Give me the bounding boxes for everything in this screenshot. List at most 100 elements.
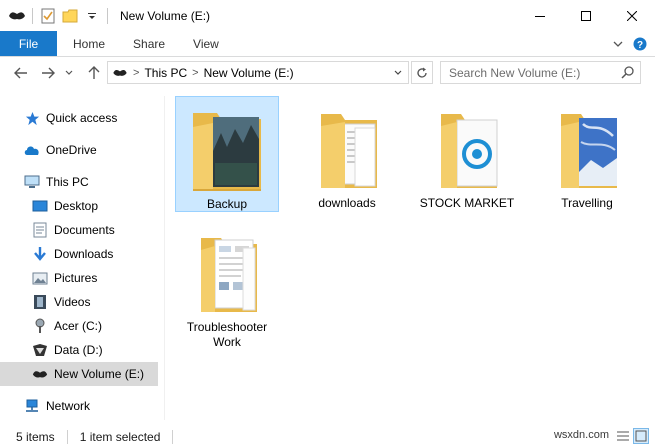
folder-icon	[547, 102, 627, 192]
nav-item-onedrive[interactable]: OneDrive	[0, 138, 158, 162]
nav-item-data-d[interactable]: Data (D:)	[0, 338, 158, 362]
search-icon[interactable]	[621, 65, 635, 82]
drive-icon	[112, 68, 128, 78]
film-icon	[32, 294, 48, 310]
pictures-icon	[32, 270, 48, 286]
folder-label: Troubleshooter Work	[186, 320, 268, 349]
ribbon-tabs: File Home Share View ?	[0, 31, 655, 57]
network-icon	[24, 398, 40, 414]
drive-icon[interactable]	[6, 5, 28, 27]
close-button[interactable]	[609, 0, 655, 31]
selection-count: 1 item selected	[79, 429, 161, 444]
nav-item-label: This PC	[46, 175, 89, 189]
drive-icon	[32, 366, 48, 382]
folder-icon	[427, 102, 507, 192]
folder-item-troubleshooter-work[interactable]: Troubleshooter Work	[175, 220, 279, 354]
window-title: New Volume (E:)	[120, 8, 211, 23]
tab-home[interactable]: Home	[59, 31, 119, 56]
folder-item-downloads[interactable]: downloads	[295, 96, 399, 215]
large-icons-view-icon[interactable]	[633, 428, 649, 444]
drive-icon	[32, 318, 48, 334]
nav-item-new-volume-e[interactable]: New Volume (E:)	[0, 362, 158, 386]
nav-item-pictures[interactable]: Pictures	[0, 266, 158, 290]
pane-divider	[164, 96, 165, 420]
nav-item-label: Videos	[54, 295, 91, 309]
star-icon	[24, 110, 40, 126]
svg-text:?: ?	[637, 40, 643, 51]
nav-item-acer-c[interactable]: Acer (C:)	[0, 314, 158, 338]
tab-view[interactable]: View	[179, 31, 233, 56]
address-dropdown-icon[interactable]	[390, 65, 406, 81]
search-placeholder: Search New Volume (E:)	[449, 65, 581, 80]
nav-item-quick-access[interactable]: Quick access	[0, 106, 158, 130]
folder-label: STOCK MARKET	[419, 196, 515, 210]
folder-icon	[187, 103, 267, 193]
desktop-icon	[32, 198, 48, 214]
drive-icon	[32, 342, 48, 358]
toolbar-separator	[107, 7, 108, 24]
nav-item-network[interactable]: Network	[0, 394, 158, 418]
tab-share[interactable]: Share	[119, 31, 179, 56]
chevron-right-icon: >	[133, 66, 140, 79]
computer-icon	[24, 174, 40, 190]
status-separator	[66, 429, 68, 444]
folder-icon	[307, 102, 387, 192]
folder-item-stock-market[interactable]: STOCK MARKET	[415, 96, 519, 215]
folder-label: downloads	[318, 196, 376, 210]
address-bar[interactable]: > This PC > New Volume (E:)	[107, 61, 409, 84]
refresh-button[interactable]	[411, 61, 433, 84]
forward-button[interactable]	[37, 62, 59, 84]
watermark: wsxdn.com	[553, 429, 609, 441]
nav-item-label: Acer (C:)	[54, 319, 102, 333]
download-arrow-icon	[32, 246, 48, 262]
customize-qat-icon[interactable]	[81, 5, 103, 27]
toolbar-separator	[32, 7, 33, 24]
up-button[interactable]	[83, 62, 105, 84]
status-bar: 5 items 1 item selected wsxdn.com	[0, 425, 655, 448]
quick-access-toolbar	[0, 0, 112, 31]
nav-item-label: Network	[46, 399, 91, 413]
file-list: Backup downloads STOCK MARKET Travelling…	[166, 92, 655, 422]
nav-item-label: New Volume (E:)	[54, 367, 145, 381]
nav-item-documents[interactable]: Documents	[0, 218, 158, 242]
folder-label: Travelling	[561, 196, 613, 210]
address-row: > This PC > New Volume (E:) Search New V…	[0, 58, 655, 88]
folder-item-backup[interactable]: Backup	[175, 96, 279, 212]
search-input[interactable]: Search New Volume (E:)	[440, 61, 641, 84]
nav-item-label: Documents	[54, 223, 115, 237]
nav-item-label: OneDrive	[46, 143, 97, 157]
nav-item-this-pc[interactable]: This PC	[0, 170, 158, 194]
minimize-button[interactable]	[517, 0, 563, 31]
folder-icon	[187, 226, 267, 316]
expand-ribbon-icon[interactable]	[609, 35, 627, 53]
documents-icon	[32, 222, 48, 238]
maximize-button[interactable]	[563, 0, 609, 31]
nav-item-label: Desktop	[54, 199, 99, 213]
breadcrumb-new-volume[interactable]: New Volume (E:)	[204, 66, 294, 80]
folder-item-travelling[interactable]: Travelling	[535, 96, 639, 215]
nav-item-label: Quick access	[46, 111, 118, 125]
recent-locations-icon[interactable]	[62, 62, 76, 84]
breadcrumb-this-pc[interactable]: This PC	[144, 66, 187, 80]
chevron-right-icon: >	[192, 66, 199, 79]
item-count: 5 items	[16, 429, 55, 444]
ribbon-right-controls: ?	[609, 35, 649, 53]
tab-file[interactable]: File	[0, 31, 57, 56]
help-icon[interactable]: ?	[631, 35, 649, 53]
title-bar: New Volume (E:)	[0, 0, 655, 31]
properties-icon[interactable]	[37, 5, 59, 27]
details-view-icon[interactable]	[615, 428, 631, 444]
cloud-icon	[24, 142, 40, 158]
nav-item-desktop[interactable]: Desktop	[0, 194, 158, 218]
nav-item-label: Pictures	[54, 271, 98, 285]
back-button[interactable]	[10, 62, 32, 84]
nav-item-label: Data (D:)	[54, 343, 103, 357]
status-separator	[172, 429, 174, 444]
window-controls	[517, 0, 655, 31]
nav-item-downloads[interactable]: Downloads	[0, 242, 158, 266]
nav-item-videos[interactable]: Videos	[0, 290, 158, 314]
new-folder-icon[interactable]	[59, 5, 81, 27]
view-buttons	[615, 428, 649, 444]
folder-label: Backup	[206, 197, 248, 211]
navigation-pane: Quick access OneDrive This PC Desktop Do…	[0, 96, 158, 422]
